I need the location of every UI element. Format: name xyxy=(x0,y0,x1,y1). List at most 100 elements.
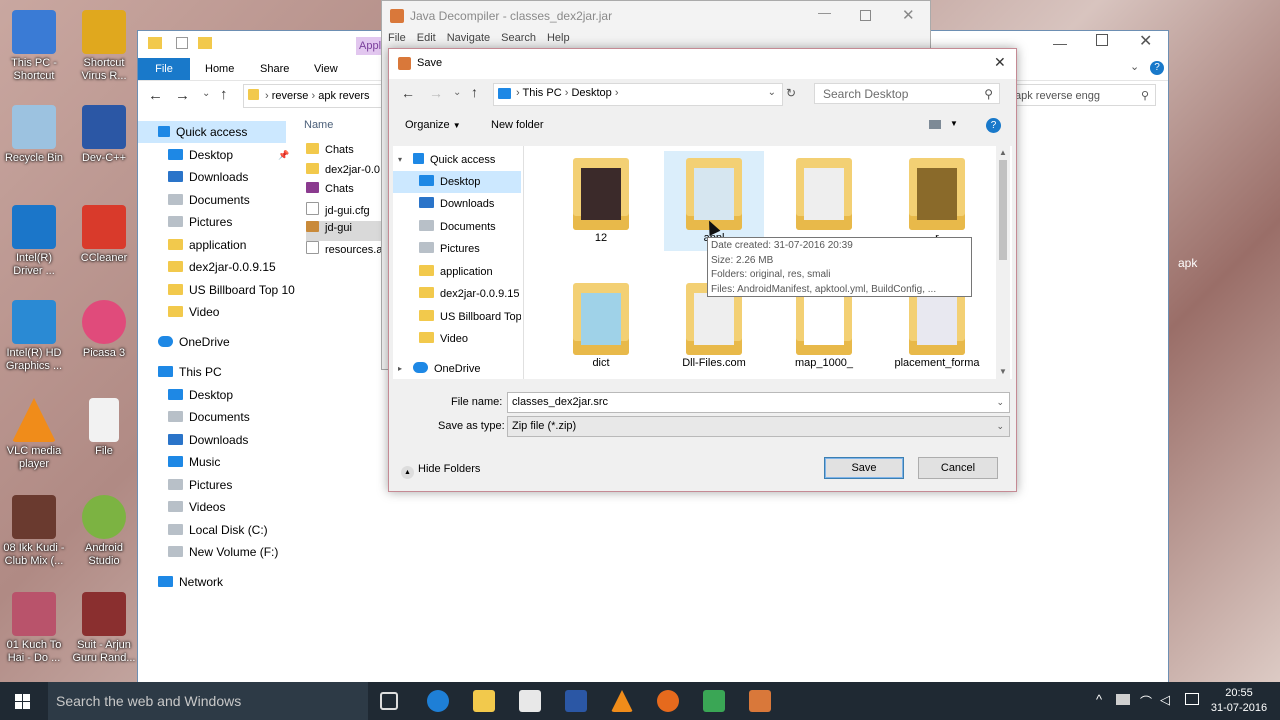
list-item[interactable]: Chats xyxy=(306,182,386,202)
tab-home[interactable]: Home xyxy=(193,58,246,80)
desktop-icon-recycle-bin[interactable]: Recycle Bin xyxy=(1,105,67,165)
back-arrow-icon[interactable]: ← xyxy=(401,85,415,101)
nav-item-desktop[interactable]: Desktop 📌 xyxy=(168,144,289,166)
up-arrow-icon[interactable]: ↑ xyxy=(471,84,478,100)
menu-search[interactable]: Search xyxy=(501,32,536,44)
close-icon[interactable]: ✕ xyxy=(902,6,915,24)
folder-tile-4[interactable]: r xyxy=(887,158,987,244)
nav-pc-desktop[interactable]: Desktop xyxy=(168,384,233,406)
firefox-icon[interactable] xyxy=(657,690,679,712)
minimize-icon[interactable]: — xyxy=(818,5,831,20)
tab-file[interactable]: File xyxy=(138,58,190,80)
nav-item-documents[interactable]: Documents xyxy=(419,216,496,238)
save-as-type-select[interactable]: Zip file (*.zip) ⌄ xyxy=(507,416,1010,437)
file-name-input[interactable]: classes_dex2jar.src ⌄ xyxy=(507,392,1010,413)
nav-item-video[interactable]: Video xyxy=(419,328,468,350)
nav-item-pictures[interactable]: Pictures xyxy=(168,211,232,233)
expand-chevron-icon[interactable]: ▸ xyxy=(398,358,402,380)
maximize-icon[interactable] xyxy=(1096,34,1108,46)
recent-locations-chevron-icon[interactable]: ⌄ xyxy=(453,87,461,98)
forward-arrow-icon[interactable]: → xyxy=(175,87,190,104)
vlc-cone-icon[interactable] xyxy=(611,690,633,712)
nav-item-application[interactable]: application xyxy=(168,234,246,256)
back-arrow-icon[interactable]: ← xyxy=(148,87,163,104)
close-icon[interactable]: ✕ xyxy=(1139,31,1152,51)
nav-item-pictures[interactable]: Pictures xyxy=(419,238,480,260)
menu-file[interactable]: File xyxy=(388,32,406,44)
menu-help[interactable]: Help xyxy=(547,32,570,44)
nav-pc-local-disk[interactable]: Local Disk (C:) xyxy=(168,519,268,541)
nav-onedrive[interactable]: OneDrive xyxy=(158,331,230,353)
pin-icon[interactable]: 📌 xyxy=(278,144,289,166)
volume-icon[interactable]: ◁ xyxy=(1160,692,1170,708)
desktop-icon-android-studio[interactable]: Android Studio xyxy=(71,495,137,568)
up-arrow-icon[interactable]: ↑ xyxy=(220,86,228,103)
menu-navigate[interactable]: Navigate xyxy=(447,32,490,44)
nav-pc-downloads[interactable]: Downloads xyxy=(168,429,248,451)
nav-quick-access[interactable]: Quick access xyxy=(413,149,495,171)
desktop-icon-this-pc[interactable]: This PC - Shortcut xyxy=(1,10,67,83)
nav-onedrive[interactable]: OneDrive xyxy=(413,358,480,380)
scroll-down-icon[interactable]: ▼ xyxy=(999,367,1007,376)
desktop-icon-intel-driver[interactable]: Intel(R) Driver ... xyxy=(1,205,67,278)
network-icon[interactable]: ⌒ xyxy=(1140,693,1152,710)
windows-start-icon[interactable] xyxy=(15,694,30,709)
folder-tile-application[interactable]: appl xyxy=(664,151,764,251)
nav-pc-new-volume[interactable]: New Volume (F:) xyxy=(168,541,278,563)
desktop-icon-file[interactable]: File xyxy=(71,398,137,458)
save-button[interactable]: Save xyxy=(824,457,904,479)
desktop-icon-shortcut-virus[interactable]: Shortcut Virus R... xyxy=(71,10,137,83)
desktop-icon-picasa[interactable]: Picasa 3 xyxy=(71,300,137,360)
dialog-search-input[interactable]: Search Desktop ⚲ xyxy=(814,83,1000,104)
nav-item-us-billboard[interactable]: US Billboard Top 10 xyxy=(168,279,295,301)
nav-item-video[interactable]: Video xyxy=(168,301,219,323)
list-item[interactable]: resources.ar xyxy=(306,240,386,261)
help-icon[interactable]: ? xyxy=(986,118,1001,133)
breadcrumb-apk-reverse[interactable]: apk revers xyxy=(318,90,369,102)
coffee-cup-icon[interactable] xyxy=(749,690,771,712)
list-item[interactable]: dex2jar-0.0.9 xyxy=(306,162,386,183)
chevron-down-icon[interactable]: ▼ xyxy=(950,119,958,128)
explorer-address-bar[interactable]: › reverse › apk revers xyxy=(243,84,385,108)
address-dropdown-chevron-icon[interactable]: ⌄ xyxy=(768,87,776,98)
refresh-icon[interactable]: ↻ xyxy=(786,86,796,100)
desktop-icon-ikk-kudi[interactable]: 08 Ikk Kudi - Club Mix (... xyxy=(1,495,67,568)
battery-icon[interactable] xyxy=(1116,694,1130,705)
hide-folders-button[interactable]: ▲ Hide Folders xyxy=(401,463,480,479)
store-icon[interactable] xyxy=(519,690,541,712)
organize-button[interactable]: Organize ▼ xyxy=(405,119,461,131)
menu-edit[interactable]: Edit xyxy=(417,32,436,44)
nav-item-application[interactable]: application xyxy=(419,261,493,283)
clock[interactable]: 20:55 31-07-2016 xyxy=(1206,686,1272,716)
folder-tile-dict[interactable]: dict xyxy=(551,283,651,369)
forward-arrow-icon[interactable]: → xyxy=(429,85,443,101)
camtasia-icon[interactable] xyxy=(703,690,725,712)
edge-browser-icon[interactable] xyxy=(427,690,449,712)
new-folder-button[interactable]: New folder xyxy=(491,119,544,131)
nav-item-dex2jar[interactable]: dex2jar-0.0.9.15 xyxy=(168,256,276,278)
list-item[interactable]: Chats xyxy=(306,143,386,163)
minimize-icon[interactable]: — xyxy=(1053,35,1067,51)
list-item[interactable]: jd-gui xyxy=(306,221,386,241)
nav-network[interactable]: Network xyxy=(158,571,223,593)
nav-quick-access[interactable]: Quick access xyxy=(138,121,286,143)
nav-item-dex2jar[interactable]: dex2jar-0.0.9.15 xyxy=(419,283,520,305)
expand-chevron-icon[interactable]: ▾ xyxy=(398,149,402,171)
breadcrumb-reverse[interactable]: reverse xyxy=(272,90,309,102)
vertical-scrollbar[interactable]: ▲ ▼ xyxy=(996,146,1010,379)
maximize-icon[interactable] xyxy=(860,10,871,21)
nav-item-desktop[interactable]: Desktop xyxy=(393,171,521,193)
desktop-icon-ccleaner[interactable]: CCleaner xyxy=(71,205,137,265)
taskbar-search-input[interactable]: Search the web and Windows xyxy=(48,682,368,720)
file-explorer-icon[interactable] xyxy=(473,690,495,712)
help-icon[interactable]: ? xyxy=(1150,61,1164,75)
recent-locations-chevron-icon[interactable]: ⌄ xyxy=(202,88,210,99)
nav-pc-documents[interactable]: Documents xyxy=(168,406,250,428)
show-hidden-icons-chevron-icon[interactable]: ^ xyxy=(1096,692,1102,707)
action-center-icon[interactable] xyxy=(1185,693,1199,705)
dialog-address-bar[interactable]: › This PC › Desktop › ⌄ xyxy=(493,83,783,106)
desktop-icon-kuch-to-hai[interactable]: 01 Kuch To Hai - Do ... xyxy=(1,592,67,665)
tab-view[interactable]: View xyxy=(302,58,350,80)
tab-share[interactable]: Share xyxy=(248,58,301,80)
chevron-down-icon[interactable]: ⌄ xyxy=(996,393,1004,412)
